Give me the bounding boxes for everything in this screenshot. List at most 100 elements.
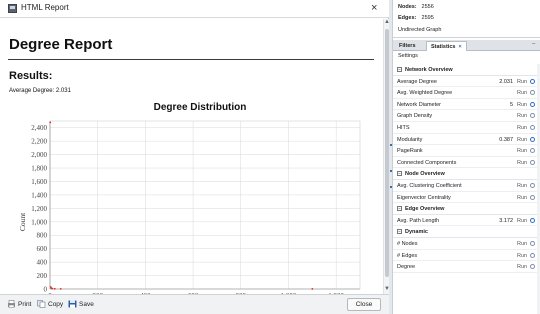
y-tick-label: 1,200: [31, 205, 47, 213]
y-tick-label: 2,400: [31, 124, 47, 132]
data-point: [311, 288, 314, 290]
section-title: Dynamic: [405, 229, 428, 236]
node-count: Nodes: 2556: [398, 4, 434, 10]
info-icon[interactable]: [530, 182, 535, 188]
statistic-label: Connected Components: [397, 159, 457, 166]
statistic-row: Avg. Clustering Coefficient Run: [393, 180, 537, 192]
statistic-row: Eigenvector Centrality Run: [393, 192, 537, 204]
info-icon[interactable]: [530, 264, 535, 270]
tab-close-icon[interactable]: ×: [458, 44, 461, 50]
floppy-disk-icon: [68, 300, 77, 308]
report-window-icon: [8, 4, 17, 13]
info-icon[interactable]: [530, 78, 535, 84]
run-button[interactable]: Run: [517, 264, 527, 270]
section-title: Node Overview: [405, 171, 445, 178]
data-point: [49, 121, 52, 124]
statistic-row: Avg. Path Length 3.172 Run: [393, 215, 537, 227]
plot-area: [49, 120, 361, 290]
section-title: Network Overview: [405, 67, 453, 73]
y-tick-label: 800: [37, 232, 48, 240]
statistic-row: HITS Run: [393, 122, 537, 134]
tab-statistics[interactable]: Statistics ×: [426, 41, 467, 51]
statistic-label: # Edges: [397, 252, 418, 259]
run-button[interactable]: Run: [517, 160, 527, 166]
info-icon[interactable]: [530, 217, 535, 223]
info-icon[interactable]: [530, 194, 535, 200]
statistic-row: PageRank Run: [393, 145, 537, 157]
settings-link[interactable]: Settings: [398, 53, 418, 59]
report-toolbar: Print Copy Save Close: [0, 294, 389, 314]
statistic-row: Modularity 0.387 Run: [393, 134, 537, 146]
run-button[interactable]: Run: [517, 218, 527, 224]
run-button[interactable]: Run: [517, 253, 527, 259]
statistic-row: Average Degree 2.031 Run: [393, 76, 537, 88]
copy-icon: [37, 300, 46, 308]
statistic-label: Avg. Path Length: [397, 217, 440, 224]
y-tick-label: 2,200: [31, 138, 47, 146]
section-dynamic[interactable]: − Dynamic: [393, 226, 537, 238]
run-button[interactable]: Run: [517, 79, 527, 85]
y-tick-label: 600: [37, 245, 48, 253]
chart-gridlines: [49, 120, 361, 290]
report-content: Degree Report Results: Average Degree: 2…: [0, 19, 383, 294]
statistic-label: Degree: [397, 264, 416, 271]
copy-button[interactable]: Copy: [37, 300, 63, 308]
section-edge-overview[interactable]: − Edge Overview: [393, 203, 537, 215]
info-icon[interactable]: [530, 101, 535, 107]
run-button[interactable]: Run: [517, 90, 527, 96]
run-button[interactable]: Run: [517, 148, 527, 154]
statistic-label: Avg. Weighted Degree: [397, 90, 453, 97]
panel-tabs: Filters Statistics × –: [393, 40, 540, 51]
statistic-row: Degree Run: [393, 261, 537, 273]
tab-filters[interactable]: Filters: [395, 41, 420, 51]
dialog-title-bar: HTML Report ×: [0, 0, 389, 18]
run-button[interactable]: Run: [517, 102, 527, 108]
edges-value: 2595: [421, 15, 434, 21]
minimize-icon[interactable]: –: [532, 41, 535, 47]
info-icon[interactable]: [530, 252, 535, 258]
statistic-value: 2.031: [499, 78, 513, 85]
run-button[interactable]: Run: [517, 241, 527, 247]
data-point: [59, 288, 62, 290]
section-node-overview[interactable]: − Node Overview: [393, 168, 537, 180]
run-button[interactable]: Run: [517, 183, 527, 189]
statistic-value: 0.387: [499, 136, 513, 143]
statistics-panel: Nodes: 2556 Edges: 2595 Undirected Graph…: [392, 0, 540, 314]
run-button[interactable]: Run: [517, 137, 527, 143]
save-button[interactable]: Save: [68, 300, 94, 308]
statistic-row: # Edges Run: [393, 250, 537, 262]
run-button[interactable]: Run: [517, 195, 527, 201]
y-tick-label: 1,400: [31, 191, 47, 199]
statistic-row: Graph Density Run: [393, 110, 537, 122]
data-point: [53, 287, 56, 290]
edges-label: Edges:: [398, 15, 417, 21]
collapse-icon[interactable]: −: [397, 206, 402, 212]
run-button[interactable]: Run: [517, 113, 527, 119]
info-icon[interactable]: [530, 124, 535, 130]
info-icon[interactable]: [530, 113, 535, 119]
statistic-label: Network Diameter: [397, 101, 442, 108]
print-button[interactable]: Print: [7, 300, 31, 308]
statistic-label: Avg. Clustering Coefficient: [397, 182, 462, 189]
printer-icon: [7, 300, 16, 308]
section-network-overview[interactable]: − Network Overview: [393, 64, 537, 76]
run-button[interactable]: Run: [517, 125, 527, 131]
average-degree-text: Average Degree: 2.031: [9, 88, 71, 94]
collapse-icon[interactable]: −: [397, 171, 402, 177]
y-tick-label: 0: [44, 286, 48, 294]
collapse-icon[interactable]: −: [397, 67, 402, 72]
collapse-icon[interactable]: −: [397, 229, 402, 235]
close-icon[interactable]: ×: [371, 1, 377, 15]
degree-distribution-chart: Degree Distribution 0 200 400 600 800 1,000 1,…: [18, 102, 361, 294]
statistic-row: Avg. Weighted Degree Run: [393, 87, 537, 99]
close-button[interactable]: Close: [347, 298, 381, 311]
statistic-label: PageRank: [397, 148, 423, 155]
html-report-dialog: HTML Report × Degree Report Results: Ave…: [0, 0, 390, 314]
info-icon[interactable]: [530, 240, 535, 246]
info-icon[interactable]: [530, 159, 535, 165]
statistic-label: Eigenvector Centrality: [397, 194, 451, 201]
info-icon[interactable]: [530, 148, 535, 154]
results-heading: Results:: [9, 70, 53, 82]
info-icon[interactable]: [530, 136, 535, 142]
info-icon[interactable]: [530, 90, 535, 96]
